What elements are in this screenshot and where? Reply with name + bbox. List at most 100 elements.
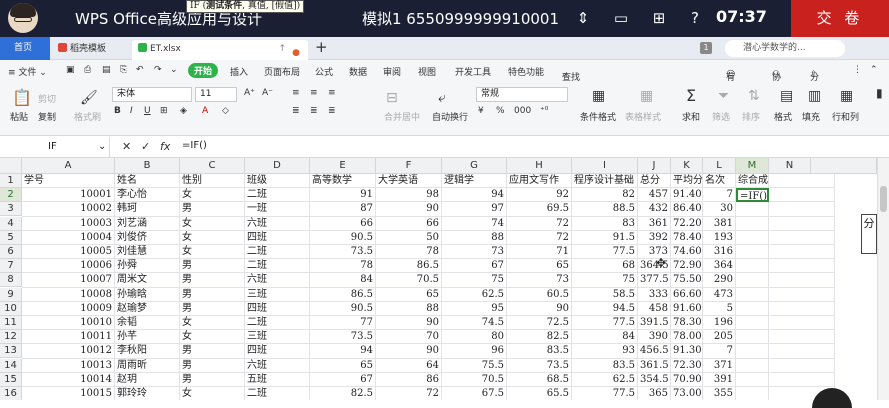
collapse-ribbon-icon[interactable]: ⌃ — [870, 65, 878, 75]
print-preview-icon[interactable]: ⎙ — [84, 65, 91, 75]
vertical-scrollbar[interactable] — [877, 158, 889, 400]
table-cell[interactable]: 354.5 — [638, 372, 671, 387]
column-header-L[interactable]: L — [703, 158, 736, 174]
table-cell[interactable]: 赵瑜梦 — [115, 301, 180, 316]
table-cell[interactable]: 73.5 — [310, 330, 376, 345]
column-header-G[interactable]: G — [442, 158, 507, 174]
table-cell[interactable]: 74.5 — [442, 316, 507, 331]
paste-icon[interactable]: 📋 — [12, 88, 32, 107]
fill-icon[interactable]: ▥ — [808, 88, 821, 104]
menu-data[interactable]: 数据 — [349, 65, 367, 78]
menu-formula[interactable]: 公式 — [315, 65, 333, 78]
table-cell[interactable]: 刘艺涵 — [115, 216, 180, 231]
table-cell[interactable] — [736, 372, 769, 387]
menu-insert[interactable]: 插入 — [230, 65, 248, 78]
table-cell[interactable]: 391 — [703, 372, 736, 387]
menu-developer[interactable]: 开发工具 — [455, 65, 491, 78]
table-cell[interactable]: 77.5 — [572, 245, 638, 260]
merge-center-button[interactable]: 合并居中 — [384, 110, 420, 123]
table-cell[interactable]: 93 — [572, 344, 638, 359]
table-cell[interactable]: 女 — [180, 188, 245, 203]
table-cell[interactable] — [736, 358, 769, 373]
table-cell[interactable]: 三班 — [245, 287, 310, 302]
table-cell[interactable]: 77.5 — [572, 387, 638, 400]
sum-button[interactable]: 求和 — [682, 110, 700, 123]
tab-docer[interactable]: 稻壳模板 — [52, 40, 130, 60]
table-cell[interactable] — [736, 273, 769, 288]
table-cell[interactable]: 72.30 — [671, 358, 703, 373]
row-header[interactable]: 16 — [0, 387, 22, 400]
align-left-icon[interactable]: ≣ — [292, 106, 300, 116]
column-header-E[interactable]: E — [310, 158, 376, 174]
table-cell[interactable]: 91.5 — [572, 230, 638, 245]
table-cell[interactable] — [736, 316, 769, 331]
table-cell[interactable]: 90.5 — [310, 230, 376, 245]
header-cell[interactable]: 性别 — [180, 174, 245, 189]
menu-file[interactable]: ≡ 文件 ⌄ — [8, 65, 47, 78]
export-icon[interactable]: ⎘ — [120, 65, 127, 75]
row-header[interactable]: 14 — [0, 358, 22, 373]
paste-button[interactable]: 粘贴 — [10, 110, 28, 123]
table-cell[interactable]: 90 — [376, 344, 442, 359]
table-cell[interactable]: 391.5 — [638, 316, 671, 331]
help-icon[interactable]: ? — [686, 9, 704, 27]
column-header-B[interactable]: B — [115, 158, 180, 174]
more-icon[interactable]: ⌄ — [170, 65, 178, 75]
table-cell[interactable]: 473 — [703, 287, 736, 302]
align-middle-icon[interactable]: ≡ — [310, 88, 318, 98]
table-cell[interactable] — [769, 330, 835, 345]
table-cell[interactable] — [769, 273, 835, 288]
header-cell[interactable]: 姓名 — [115, 174, 180, 189]
table-cell[interactable] — [736, 202, 769, 217]
fill-button[interactable]: 填充 — [802, 110, 820, 123]
table-cell[interactable]: 10009 — [22, 301, 115, 316]
spreadsheet-grid[interactable]: A B C D E F G H I J K L M N 1 学号 姓名 性别 班级 高等数学 大学英语 逻辑学 应用文写作程… — [0, 158, 889, 400]
table-cell[interactable]: 男 — [180, 202, 245, 217]
account-search[interactable]: 潜心学数学的... — [725, 40, 845, 57]
table-cell[interactable] — [769, 202, 835, 217]
table-cell[interactable]: 83.5 — [572, 358, 638, 373]
row-header[interactable]: 1 — [0, 174, 22, 188]
table-cell[interactable]: 72.20 — [671, 216, 703, 231]
table-cell[interactable]: 四班 — [245, 230, 310, 245]
table-cell[interactable] — [769, 188, 835, 203]
table-style-button[interactable]: 表格样式 — [625, 110, 661, 123]
header-cell[interactable]: 总分 — [638, 174, 671, 189]
table-cell[interactable]: 75 — [572, 273, 638, 288]
tab-et-xlsx[interactable]: ET.xlsx ↑ ● — [132, 40, 308, 60]
sort-icon[interactable]: ⇅ — [748, 88, 760, 104]
table-cell[interactable]: 88 — [442, 230, 507, 245]
new-tab-button[interactable]: + — [315, 38, 328, 56]
table-cell[interactable]: 5 — [703, 301, 736, 316]
table-cell[interactable]: 韩珂 — [115, 202, 180, 217]
table-cell[interactable]: 男 — [180, 344, 245, 359]
select-all-corner[interactable] — [0, 158, 22, 174]
table-cell[interactable]: 66 — [376, 216, 442, 231]
collapse-icon[interactable]: ⇕ — [574, 9, 592, 27]
italic-icon[interactable]: I — [130, 106, 133, 116]
table-cell[interactable]: 91.60 — [671, 301, 703, 316]
column-header-K[interactable]: K — [671, 158, 703, 174]
border-icon[interactable]: ⊞ — [160, 106, 168, 116]
table-cell[interactable]: 88.5 — [572, 202, 638, 217]
table-cell[interactable]: 91 — [310, 188, 376, 203]
table-cell[interactable]: 10001 — [22, 188, 115, 203]
rowcol-icon[interactable]: ▦ — [840, 88, 853, 104]
table-cell[interactable]: 75.5 — [442, 358, 507, 373]
table-cell[interactable]: 381 — [703, 216, 736, 231]
table-cell[interactable] — [736, 330, 769, 345]
insert-function-icon[interactable]: fx — [160, 140, 170, 153]
table-cell[interactable] — [736, 287, 769, 302]
format-painter-icon[interactable]: 🖌 — [80, 90, 98, 106]
row-header[interactable]: 6 — [0, 245, 22, 259]
table-cell[interactable]: 361.5 — [638, 358, 671, 373]
table-cell[interactable]: 65 — [376, 287, 442, 302]
table-cell[interactable] — [769, 245, 835, 260]
table-cell[interactable]: 432 — [638, 202, 671, 217]
header-cell[interactable]: 班级 — [245, 174, 310, 189]
row-header[interactable]: 9 — [0, 287, 22, 302]
align-center-icon[interactable]: ≣ — [310, 106, 318, 116]
table-cell[interactable]: 二班 — [245, 245, 310, 260]
calculator-icon[interactable]: ⊞ — [650, 9, 668, 27]
table-cell[interactable]: 男 — [180, 287, 245, 302]
